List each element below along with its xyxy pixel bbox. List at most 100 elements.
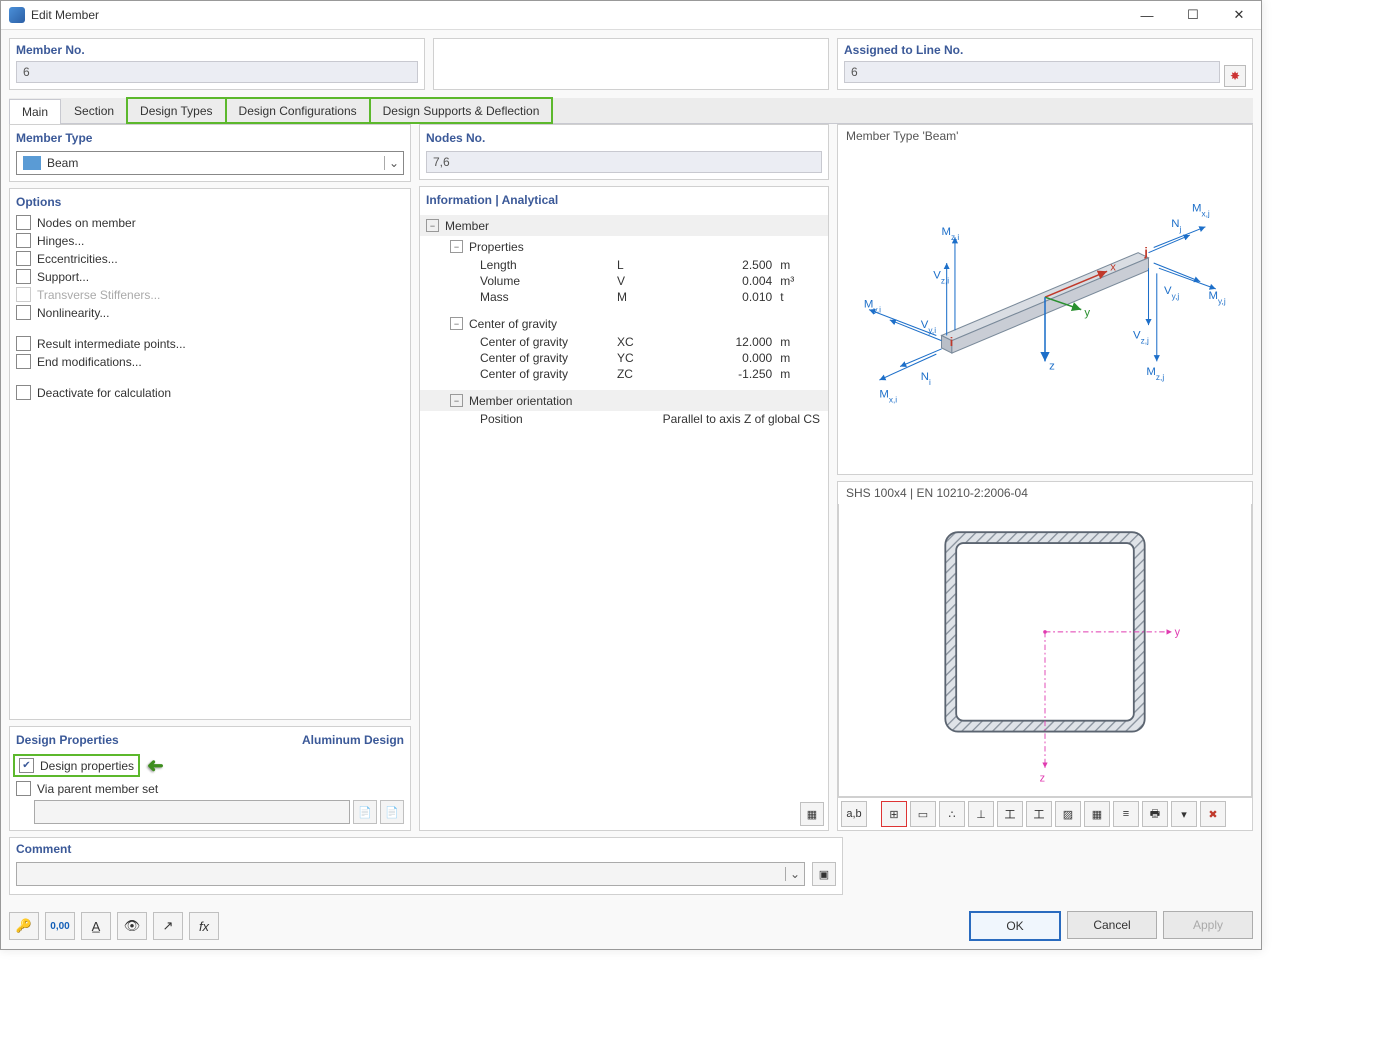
collapse-icon[interactable]: − xyxy=(450,240,463,253)
svg-text:Mx,i: Mx,i xyxy=(879,389,897,404)
preview-type-label: Member Type 'Beam' xyxy=(846,129,958,143)
svg-text:Vy,j: Vy,j xyxy=(1164,285,1179,300)
options-label: Options xyxy=(16,195,61,209)
nodes-section: Nodes No. 7,6 xyxy=(419,124,829,180)
section-name-label: SHS 100x4 | EN 10210-2:2006-04 xyxy=(838,482,1252,504)
svg-text:z: z xyxy=(1040,772,1045,784)
options-section: Options Nodes on member Hinges... Eccent… xyxy=(9,188,411,720)
units-icon[interactable]: 0,00 xyxy=(45,912,75,940)
svg-text:Vz,j: Vz,j xyxy=(1133,330,1149,346)
option-deactivate[interactable]: Deactivate for calculation xyxy=(16,385,404,400)
minimize-button[interactable]: — xyxy=(1133,5,1161,25)
member-type-label: Member Type xyxy=(16,131,92,145)
design-properties-checkbox[interactable] xyxy=(19,758,34,773)
member-no-label: Member No. xyxy=(16,43,418,57)
via-parent-checkbox[interactable]: Via parent member set xyxy=(16,781,404,796)
nodes-label: Nodes No. xyxy=(426,131,485,145)
pick-line-icon[interactable]: ✸ xyxy=(1224,65,1246,87)
node-i-label: i xyxy=(950,335,953,349)
tool-hatch-icon[interactable]: ▨ xyxy=(1055,801,1081,827)
chevron-down-icon: ⌄ xyxy=(785,867,804,881)
close-button[interactable]: ✕ xyxy=(1225,5,1253,25)
information-section: Information | Analytical −Member −Proper… xyxy=(419,186,829,831)
option-result-intermediate-points[interactable]: Result intermediate points... xyxy=(16,336,404,351)
tool-grid-icon[interactable]: ▦ xyxy=(1084,801,1110,827)
svg-text:My,j: My,j xyxy=(1209,290,1226,306)
cancel-button[interactable]: Cancel xyxy=(1067,911,1157,939)
comment-section: Comment ⌄ ▣ xyxy=(9,837,843,895)
node-j-label: j xyxy=(1143,245,1147,259)
tool-points-icon[interactable]: ∴ xyxy=(939,801,965,827)
information-label: Information | Analytical xyxy=(426,193,558,207)
option-nonlinearity[interactable]: Nonlinearity... xyxy=(16,305,404,320)
tab-section[interactable]: Section xyxy=(61,98,127,123)
ok-button[interactable]: OK xyxy=(969,911,1061,941)
svg-text:Mz,i: Mz,i xyxy=(942,226,960,242)
member-no-field[interactable]: 6 xyxy=(16,61,418,83)
option-transverse-stiffeners: Transverse Stiffeners... xyxy=(16,287,404,302)
cross-section-svg: y z xyxy=(900,505,1190,795)
collapse-icon[interactable]: − xyxy=(450,317,463,330)
help-icon[interactable]: 🔑 xyxy=(9,912,39,940)
tool-values-icon[interactable]: a,b xyxy=(841,801,867,827)
member-set-select[interactable] xyxy=(34,800,350,824)
option-support[interactable]: Support... xyxy=(16,269,404,284)
tool-dropdown-icon[interactable]: ▾ xyxy=(1171,801,1197,827)
option-eccentricities[interactable]: Eccentricities... xyxy=(16,251,404,266)
tool-axes-icon[interactable]: ⊞ xyxy=(881,801,907,827)
edit-set-icon[interactable]: 📄 xyxy=(380,800,404,824)
option-nodes-on-member[interactable]: Nodes on member xyxy=(16,215,404,230)
app-icon xyxy=(9,7,25,23)
tool-print-icon[interactable]: 🖶 xyxy=(1142,801,1168,827)
option-end-modifications[interactable]: End modifications... xyxy=(16,354,404,369)
collapse-icon[interactable]: − xyxy=(450,394,463,407)
svg-text:z: z xyxy=(1049,361,1055,373)
tool-i2-icon[interactable]: 工 xyxy=(1026,801,1052,827)
arrow-indicator-icon: ➜ xyxy=(147,753,164,778)
collapse-icon[interactable]: − xyxy=(426,219,439,232)
svg-text:y: y xyxy=(1175,626,1181,638)
member-type-value: Beam xyxy=(47,156,384,170)
tool-delete-icon[interactable]: ✖ xyxy=(1200,801,1226,827)
assigned-field[interactable]: 6 xyxy=(844,61,1220,83)
window-title: Edit Member xyxy=(31,8,1133,22)
tool-shear-icon[interactable]: ⊥ xyxy=(968,801,994,827)
new-set-icon[interactable]: 📄 xyxy=(353,800,377,824)
option-hinges[interactable]: Hinges... xyxy=(16,233,404,248)
svg-text:Mx,j: Mx,j xyxy=(1192,202,1210,218)
aluminum-design-label: Aluminum Design xyxy=(302,733,404,747)
comment-label: Comment xyxy=(16,842,71,856)
maximize-button[interactable]: ☐ xyxy=(1179,5,1207,25)
tool-dim-icon[interactable]: ▭ xyxy=(910,801,936,827)
tab-design-types[interactable]: Design Types xyxy=(127,98,226,123)
font-icon[interactable]: A̲ xyxy=(81,912,111,940)
fx-icon[interactable]: fx xyxy=(189,912,219,940)
info-detail-icon[interactable]: ▦ xyxy=(800,802,824,826)
tab-design-supports-deflection[interactable]: Design Supports & Deflection xyxy=(370,98,553,123)
dialog-button-bar: 🔑 0,00 A̲ 👁 ↗ fx OK Cancel Apply xyxy=(1,903,1261,949)
member-type-color-swatch xyxy=(23,156,41,170)
tab-main[interactable]: Main xyxy=(9,99,61,124)
assigned-panel: Assigned to Line No. 6 ✸ xyxy=(837,38,1253,90)
assigned-label: Assigned to Line No. xyxy=(844,43,1246,57)
edit-member-window: Edit Member — ☐ ✕ Member No. 6 Assigned … xyxy=(0,0,1262,950)
apply-button[interactable]: Apply xyxy=(1163,911,1253,939)
tab-design-configurations[interactable]: Design Configurations xyxy=(226,98,370,123)
comment-input[interactable]: ⌄ xyxy=(16,862,805,886)
svg-text:y: y xyxy=(1084,307,1090,319)
member-type-select[interactable]: Beam ⌄ xyxy=(16,151,404,175)
tool-i1-icon[interactable]: 工 xyxy=(997,801,1023,827)
prop-mass: Mass xyxy=(420,289,613,305)
titlebar: Edit Member — ☐ ✕ xyxy=(1,1,1261,30)
view-icon[interactable]: 👁 xyxy=(117,912,147,940)
svg-text:Mz,j: Mz,j xyxy=(1146,366,1164,382)
info-tree: −Member −Properties LengthL2.500m Volume… xyxy=(420,215,828,427)
comment-extra-icon[interactable]: ▣ xyxy=(812,862,836,886)
nodes-field[interactable]: 7,6 xyxy=(426,151,822,173)
prop-length: Length xyxy=(420,257,613,273)
tool-list-icon[interactable]: ≡ xyxy=(1113,801,1139,827)
beam-3d-svg: i j x y z Nj Mx,j Vy,j My,j xyxy=(838,125,1252,474)
svg-text:Ni: Ni xyxy=(921,371,931,387)
pointer-icon[interactable]: ↗ xyxy=(153,912,183,940)
prop-volume: Volume xyxy=(420,273,613,289)
